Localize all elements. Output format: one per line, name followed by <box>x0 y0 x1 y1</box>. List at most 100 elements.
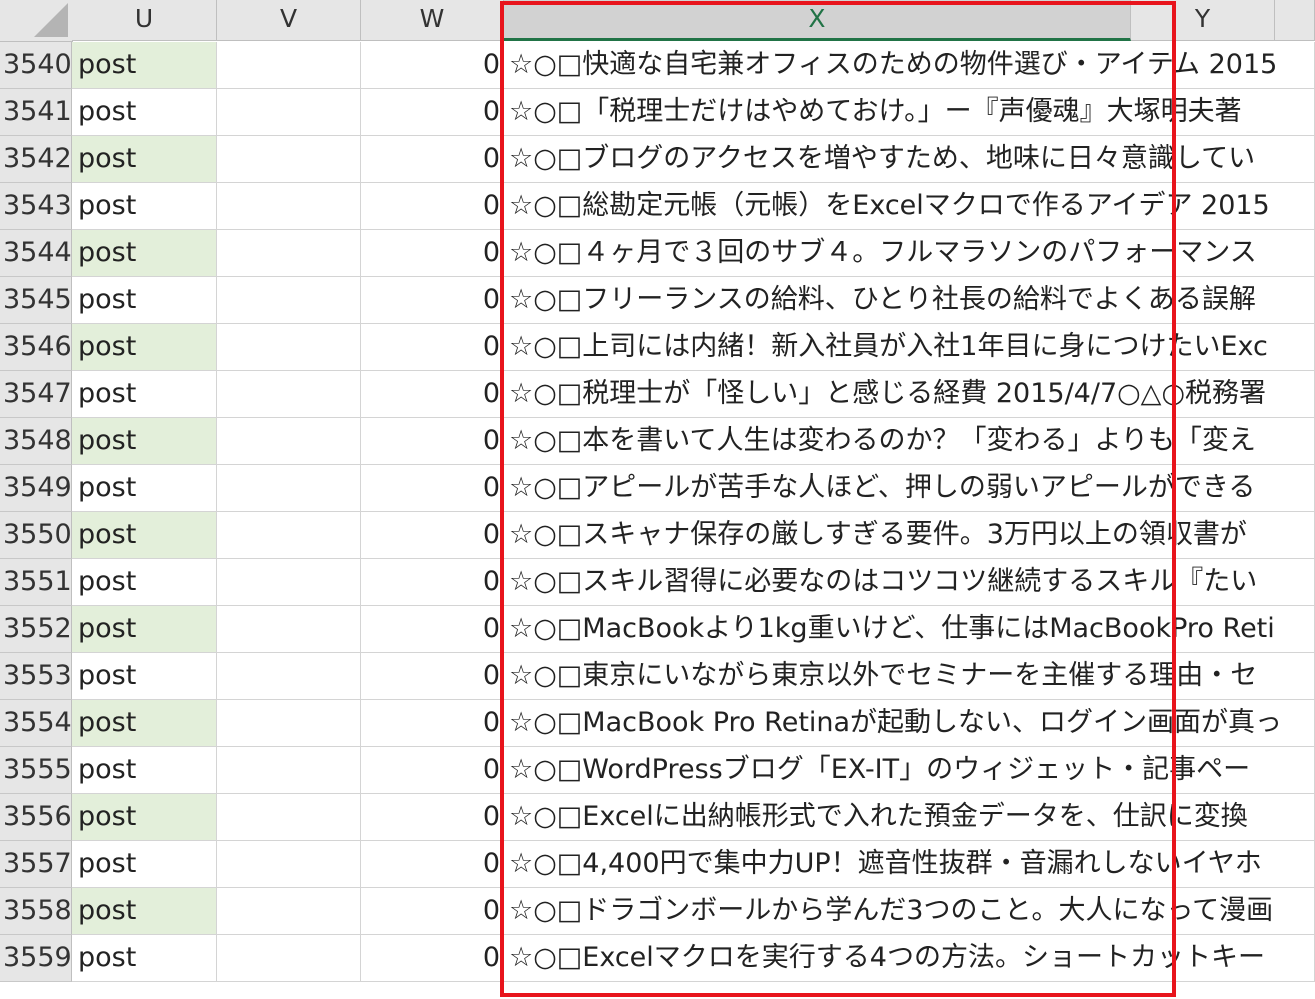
row-header[interactable]: 3547 <box>0 371 72 418</box>
cell-x[interactable]: ☆○□本を書いて人生は変わるのか？「変わる」よりも「変え <box>504 418 1315 465</box>
cell-u[interactable]: post <box>72 653 217 700</box>
cell-w[interactable]: 0 <box>361 888 504 935</box>
row-header[interactable]: 3548 <box>0 418 72 465</box>
cell-u[interactable]: post <box>72 371 217 418</box>
cell-u[interactable]: post <box>72 277 217 324</box>
cell-x[interactable]: ☆○□上司には内緒！新入社員が入社1年目に身につけたいExc <box>504 324 1315 371</box>
cell-x[interactable]: ☆○□Excelマクロを実行する4つの方法。ショートカットキー <box>504 935 1315 982</box>
cell-u[interactable]: post <box>72 559 217 606</box>
cell-w[interactable]: 0 <box>361 371 504 418</box>
row-header[interactable]: 3557 <box>0 841 72 888</box>
cell-x[interactable]: ☆○□フリーランスの給料、ひとり社長の給料でよくある誤解 <box>504 277 1315 324</box>
cell-u[interactable]: post <box>72 512 217 559</box>
cell-v[interactable] <box>217 559 361 606</box>
cell-v[interactable] <box>217 606 361 653</box>
cell-x[interactable]: ☆○□スキャナ保存の厳しすぎる要件。3万円以上の領収書が <box>504 512 1315 559</box>
cell-x[interactable]: ☆○□アピールが苦手な人ほど、押しの弱いアピールができる <box>504 465 1315 512</box>
cell-v[interactable] <box>217 841 361 888</box>
cell-v[interactable] <box>217 935 361 982</box>
cell-x[interactable]: ☆○□東京にいながら東京以外でセミナーを主催する理由・セ <box>504 653 1315 700</box>
column-header-z-partial[interactable] <box>1275 0 1315 41</box>
cell-v[interactable] <box>217 183 361 230</box>
cell-u[interactable]: post <box>72 183 217 230</box>
cell-x[interactable]: ☆○□MacBookより1kg重いけど、仕事にはMacBookPro Reti <box>504 606 1315 653</box>
cell-u[interactable]: post <box>72 794 217 841</box>
cell-x[interactable]: ☆○□総勘定元帳（元帳）をExcelマクロで作るアイデア 2015 <box>504 183 1315 230</box>
cell-x[interactable]: ☆○□WordPressブログ「EX-IT」のウィジェット・記事ペー <box>504 747 1315 794</box>
row-header[interactable]: 3543 <box>0 183 72 230</box>
cell-v[interactable] <box>217 89 361 136</box>
cell-u[interactable]: post <box>72 841 217 888</box>
cell-x[interactable]: ☆○□４ヶ月で３回のサブ４。フルマラソンのパフォーマンス <box>504 230 1315 277</box>
cell-w[interactable]: 0 <box>361 841 504 888</box>
row-header[interactable]: 3556 <box>0 794 72 841</box>
row-header[interactable]: 3559 <box>0 935 72 982</box>
cell-x[interactable]: ☆○□ブログのアクセスを増やすため、地味に日々意識してい <box>504 136 1315 183</box>
cell-w[interactable]: 0 <box>361 653 504 700</box>
cell-w[interactable]: 0 <box>361 418 504 465</box>
cell-u[interactable]: post <box>72 89 217 136</box>
cell-u[interactable]: post <box>72 136 217 183</box>
column-header-y[interactable]: Y <box>1131 0 1275 41</box>
cell-v[interactable] <box>217 230 361 277</box>
cell-w[interactable]: 0 <box>361 230 504 277</box>
cell-x[interactable]: ☆○□MacBook Pro Retinaが起動しない、ログイン画面が真っ <box>504 700 1315 747</box>
cell-v[interactable] <box>217 512 361 559</box>
cell-v[interactable] <box>217 888 361 935</box>
row-header[interactable]: 3541 <box>0 89 72 136</box>
cell-v[interactable] <box>217 42 361 89</box>
cell-v[interactable] <box>217 371 361 418</box>
select-all-corner[interactable] <box>0 0 73 42</box>
row-header[interactable]: 3555 <box>0 747 72 794</box>
row-header[interactable]: 3551 <box>0 559 72 606</box>
row-header[interactable]: 3552 <box>0 606 72 653</box>
row-header[interactable]: 3553 <box>0 653 72 700</box>
column-header-v[interactable]: V <box>217 0 361 41</box>
cell-w[interactable]: 0 <box>361 606 504 653</box>
cell-v[interactable] <box>217 136 361 183</box>
cell-v[interactable] <box>217 277 361 324</box>
cell-w[interactable]: 0 <box>361 277 504 324</box>
cell-u[interactable]: post <box>72 935 217 982</box>
cell-w[interactable]: 0 <box>361 700 504 747</box>
cell-w[interactable]: 0 <box>361 89 504 136</box>
cell-v[interactable] <box>217 465 361 512</box>
cell-u[interactable]: post <box>72 700 217 747</box>
cell-w[interactable]: 0 <box>361 747 504 794</box>
row-header[interactable]: 3549 <box>0 465 72 512</box>
cell-x[interactable]: ☆○□Excelに出納帳形式で入れた預金データを、仕訳に変換 <box>504 794 1315 841</box>
cell-u[interactable]: post <box>72 465 217 512</box>
row-header[interactable]: 3540 <box>0 42 72 89</box>
cell-v[interactable] <box>217 747 361 794</box>
cell-u[interactable]: post <box>72 418 217 465</box>
cell-x[interactable]: ☆○□「税理士だけはやめておけ。」ー『声優魂』大塚明夫著 <box>504 89 1315 136</box>
cell-w[interactable]: 0 <box>361 794 504 841</box>
cell-x[interactable]: ☆○□4,400円で集中力UP！遮音性抜群・音漏れしないイヤホ <box>504 841 1315 888</box>
row-header[interactable]: 3545 <box>0 277 72 324</box>
row-header[interactable]: 3550 <box>0 512 72 559</box>
cell-x[interactable]: ☆○□快適な自宅兼オフィスのための物件選び・アイテム 2015 <box>504 42 1315 89</box>
cell-u[interactable]: post <box>72 230 217 277</box>
column-header-w[interactable]: W <box>361 0 504 41</box>
cell-w[interactable]: 0 <box>361 136 504 183</box>
cell-x[interactable]: ☆○□税理士が「怪しい」と感じる経費 2015/4/7○△○税務署 <box>504 371 1315 418</box>
cell-w[interactable]: 0 <box>361 42 504 89</box>
cell-v[interactable] <box>217 653 361 700</box>
row-header[interactable]: 3546 <box>0 324 72 371</box>
cell-x[interactable]: ☆○□ドラゴンボールから学んだ3つのこと。大人になって漫画 <box>504 888 1315 935</box>
cell-v[interactable] <box>217 418 361 465</box>
cell-w[interactable]: 0 <box>361 559 504 606</box>
cell-u[interactable]: post <box>72 324 217 371</box>
cell-w[interactable]: 0 <box>361 465 504 512</box>
cell-w[interactable]: 0 <box>361 183 504 230</box>
row-header[interactable]: 3554 <box>0 700 72 747</box>
row-header[interactable]: 3558 <box>0 888 72 935</box>
cell-u[interactable]: post <box>72 888 217 935</box>
cell-w[interactable]: 0 <box>361 512 504 559</box>
cell-w[interactable]: 0 <box>361 324 504 371</box>
cell-v[interactable] <box>217 324 361 371</box>
row-header[interactable]: 3544 <box>0 230 72 277</box>
cell-v[interactable] <box>217 700 361 747</box>
column-header-u[interactable]: U <box>72 0 217 41</box>
cell-u[interactable]: post <box>72 747 217 794</box>
